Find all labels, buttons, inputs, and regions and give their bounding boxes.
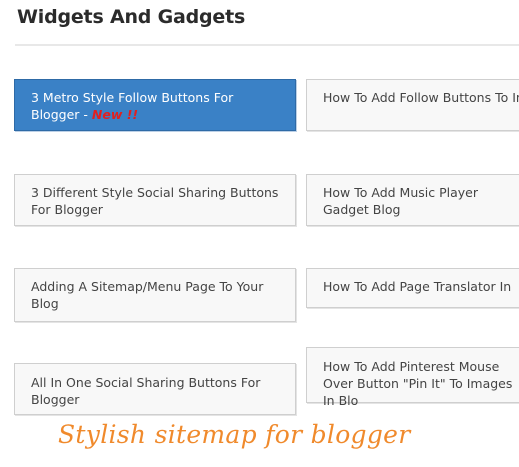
post-link-page-translator[interactable]: How To Add Page Translator In bbox=[306, 268, 519, 308]
new-badge: New !! bbox=[91, 107, 139, 122]
title-separator: - bbox=[83, 107, 88, 122]
post-title: 3 Different Style Social Sharing Buttons… bbox=[31, 185, 279, 217]
section-divider bbox=[15, 44, 519, 46]
post-link-metro-follow-buttons[interactable]: 3 Metro Style Follow Buttons For Blogger… bbox=[14, 79, 296, 131]
post-title: How To Add Follow Buttons To In Blogger bbox=[323, 90, 519, 105]
page: Widgets And Gadgets 3 Metro Style Follow… bbox=[0, 0, 519, 467]
post-link-sitemap-page[interactable]: Adding A Sitemap/Menu Page To Your Blog bbox=[14, 268, 296, 322]
post-link-pinterest-pin-it[interactable]: How To Add Pinterest Mouse Over Button "… bbox=[306, 347, 519, 408]
post-link-all-in-one-sharing[interactable]: All In One Social Sharing Buttons For Bl… bbox=[14, 363, 296, 415]
section-title: Widgets And Gadgets bbox=[17, 6, 246, 28]
post-title: Adding A Sitemap/Menu Page To Your Blog bbox=[31, 279, 264, 311]
post-title: How To Add Music Player Gadget Blog bbox=[323, 185, 478, 217]
post-title: 3 Metro Style Follow Buttons For Blogger… bbox=[31, 90, 234, 122]
post-title: How To Add Pinterest Mouse Over Button "… bbox=[323, 359, 513, 408]
post-link-music-player[interactable]: How To Add Music Player Gadget Blog bbox=[306, 174, 519, 226]
post-link-follow-buttons[interactable]: How To Add Follow Buttons To In Blogger bbox=[306, 79, 519, 131]
caption-text: Stylish sitemap for blogger bbox=[58, 420, 411, 449]
post-title: All In One Social Sharing Buttons For Bl… bbox=[31, 375, 261, 407]
post-title: How To Add Page Translator In bbox=[323, 279, 512, 294]
post-link-social-sharing-buttons[interactable]: 3 Different Style Social Sharing Buttons… bbox=[14, 174, 296, 226]
